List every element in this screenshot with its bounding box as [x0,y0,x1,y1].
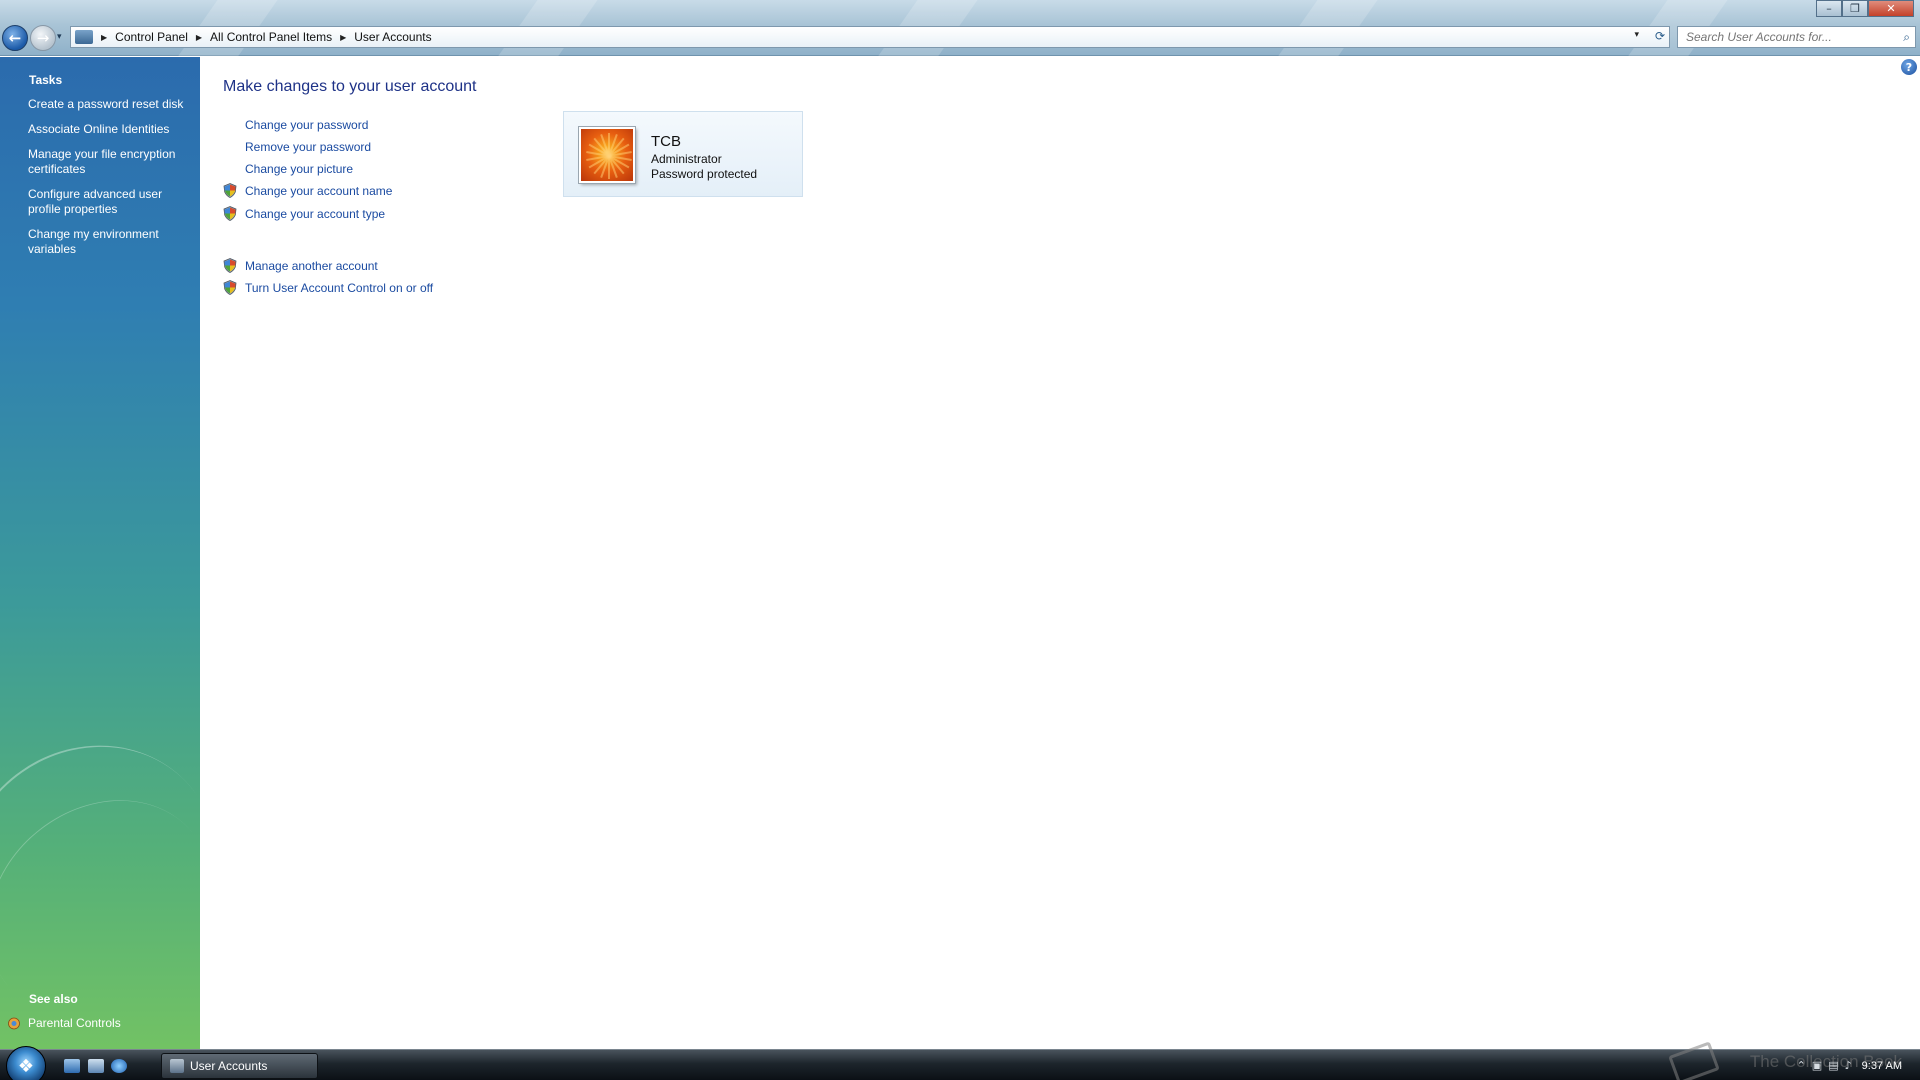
change-account-type-link[interactable]: Change your account type [245,207,385,221]
switch-windows-icon[interactable] [88,1059,104,1073]
control-panel-icon [75,30,93,44]
breadcrumb-separator[interactable]: ▶ [340,33,346,42]
see-also-heading: See also [29,992,78,1006]
clock[interactable]: 9:37 AM [1862,1060,1902,1072]
breadcrumb-all-control-panel-items[interactable]: All Control Panel Items [210,30,332,44]
breadcrumb-user-accounts[interactable]: User Accounts [354,30,431,44]
main-content: ? Make changes to your user account Chan… [200,57,1920,1049]
show-desktop-icon[interactable] [64,1059,80,1073]
uac-shield-icon [223,258,237,273]
tasks-heading: Tasks [29,73,63,87]
user-accounts-icon [170,1059,184,1073]
network-icon[interactable]: ▣ [1812,1059,1822,1072]
parental-controls-link[interactable]: Parental Controls [28,1016,188,1031]
search-icon[interactable]: ⌕ [1903,30,1910,45]
taskbar-button-user-accounts[interactable]: User Accounts [161,1053,318,1079]
breadcrumb-separator[interactable]: ▶ [196,33,202,42]
help-icon[interactable]: ? [1901,59,1917,75]
taskbar: ❖ User Accounts The Collection Book ⌃ ▣ … [0,1041,1920,1080]
uac-shield-icon [223,183,237,198]
close-button[interactable]: ✕ [1868,0,1914,17]
create-password-reset-disk-link[interactable]: Create a password reset disk [28,97,188,112]
recent-pages-dropdown[interactable]: ▾ [57,32,67,42]
breadcrumb-control-panel[interactable]: Control Panel [115,30,188,44]
window-controls: – ❐ ✕ [1816,0,1914,17]
toggle-uac-link[interactable]: Turn User Account Control on or off [245,281,433,295]
environment-variables-link[interactable]: Change my environment variables [28,227,188,257]
refresh-icon[interactable]: ⟳ [1655,29,1665,43]
start-button[interactable]: ❖ [6,1046,46,1080]
manage-another-account-link[interactable]: Manage another account [245,259,378,273]
page-title: Make changes to your user account [223,78,477,95]
manage-file-encryption-link[interactable]: Manage your file encryption certificates [28,147,188,177]
minimize-button[interactable]: – [1816,0,1842,17]
system-tray: ⌃ ▣ ▤ ♪ 9:37 AM [1770,1050,1920,1080]
volume-icon[interactable]: ♪ [1845,1059,1852,1072]
search-input[interactable] [1686,30,1896,44]
security-alert-icon[interactable]: ▤ [1828,1059,1838,1072]
change-picture-link[interactable]: Change your picture [245,162,353,176]
advanced-profile-properties-link[interactable]: Configure advanced user profile properti… [28,187,188,217]
change-password-link[interactable]: Change your password [245,118,368,132]
uac-shield-icon [223,280,237,295]
windows-logo-icon: ❖ [17,1055,35,1077]
address-history-dropdown[interactable]: ▾ [1634,30,1639,40]
back-arrow-icon: ← [8,29,22,47]
account-tile: TCB Administrator Password protected [563,111,803,197]
back-button[interactable]: ← [2,25,28,51]
forward-arrow-icon: → [36,29,50,47]
internet-explorer-icon[interactable] [111,1059,127,1073]
window-titlebar: – ❐ ✕ ← → ▾ ▶ Control Panel ▶ All Contro… [0,0,1920,56]
breadcrumb-separator[interactable]: ▶ [101,33,107,42]
maximize-button[interactable]: ❐ [1842,0,1868,17]
associate-online-identities-link[interactable]: Associate Online Identities [28,122,188,137]
search-box[interactable]: ⌕ [1677,26,1916,48]
account-picture [579,127,635,183]
address-bar[interactable]: ▶ Control Panel ▶ All Control Panel Item… [70,26,1670,48]
uac-shield-icon [223,206,237,221]
remove-password-link[interactable]: Remove your password [245,140,371,154]
parental-controls-icon [8,1017,20,1030]
change-account-name-link[interactable]: Change your account name [245,184,392,198]
taskbar-button-label: User Accounts [190,1059,268,1073]
show-hidden-icons-icon[interactable]: ⌃ [1797,1059,1806,1072]
account-role: Administrator [651,152,722,166]
account-name: TCB [651,133,681,150]
account-password-status: Password protected [651,167,758,181]
forward-button[interactable]: → [30,25,56,51]
tasks-pane: Tasks Create a password reset disk Assoc… [0,57,200,1049]
